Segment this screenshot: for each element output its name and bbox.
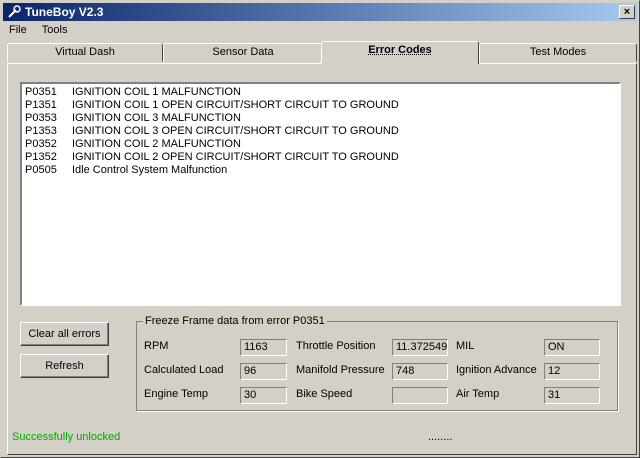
- throttle-position-label: Throttle Position: [296, 340, 376, 352]
- calculated-load-label: Calculated Load: [144, 364, 224, 376]
- menu-file[interactable]: File: [3, 22, 33, 38]
- error-code: P0351: [25, 86, 57, 98]
- status-message: Successfully unlocked: [12, 431, 121, 443]
- bike-speed-label: Bike Speed: [296, 388, 353, 400]
- tab-virtual-dash[interactable]: Virtual Dash: [7, 43, 163, 62]
- list-item[interactable]: P0352 IGNITION COIL 2 MALFUNCTION: [25, 138, 241, 151]
- tab-test-modes[interactable]: Test Modes: [479, 43, 637, 62]
- progress-indicator: ........: [428, 431, 453, 443]
- tab-label: Error Codes: [368, 44, 432, 56]
- error-code: P1353: [25, 125, 57, 137]
- menu-bar: File Tools: [3, 22, 637, 41]
- tab-label: Virtual Dash: [55, 46, 115, 58]
- error-code: P0505: [25, 164, 57, 176]
- list-item[interactable]: P0505 Idle Control System Malfunction: [25, 164, 227, 177]
- tab-error-codes[interactable]: Error Codes: [321, 41, 479, 64]
- calculated-load-value: 96: [240, 363, 287, 380]
- error-code: P1352: [25, 151, 57, 163]
- air-temp-value: 31: [544, 387, 600, 404]
- engine-temp-label: Engine Temp: [144, 388, 209, 400]
- mil-label: MIL: [456, 340, 475, 352]
- clear-all-errors-button[interactable]: Clear all errors: [20, 322, 109, 346]
- error-description: IGNITION COIL 2 MALFUNCTION: [72, 138, 241, 150]
- rpm-value: 1163: [240, 339, 287, 356]
- manifold-pressure-label: Manifold Pressure: [296, 364, 385, 376]
- ignition-advance-value: 12: [544, 363, 600, 380]
- close-button[interactable]: ×: [619, 5, 635, 19]
- wrench-icon: [8, 5, 21, 18]
- menu-tools[interactable]: Tools: [36, 22, 74, 38]
- manifold-pressure-value: 748: [392, 363, 448, 380]
- error-code: P1351: [25, 99, 57, 111]
- list-item[interactable]: P1351 IGNITION COIL 1 OPEN CIRCUIT/SHORT …: [25, 99, 399, 112]
- freeze-frame-title: Freeze Frame data from error P0351: [143, 315, 327, 327]
- error-description: IGNITION COIL 1 MALFUNCTION: [72, 86, 241, 98]
- throttle-position-value: 11.372549: [392, 339, 448, 356]
- list-item[interactable]: P1352 IGNITION COIL 2 OPEN CIRCUIT/SHORT …: [25, 151, 399, 164]
- main-window: TuneBoy V2.3 × File Tools Virtual Dash S…: [0, 0, 640, 458]
- refresh-button[interactable]: Refresh: [20, 354, 109, 378]
- window-title: TuneBoy V2.3: [25, 5, 104, 19]
- error-description: IGNITION COIL 3 MALFUNCTION: [72, 112, 241, 124]
- title-bar[interactable]: TuneBoy V2.3 ×: [3, 3, 637, 21]
- engine-temp-value: 30: [240, 387, 287, 404]
- error-description: IGNITION COIL 2 OPEN CIRCUIT/SHORT CIRCU…: [72, 151, 399, 163]
- error-code-list[interactable]: P0351 IGNITION COIL 1 MALFUNCTION P1351 IG…: [20, 82, 621, 306]
- error-code: P0353: [25, 112, 57, 124]
- air-temp-label: Air Temp: [456, 388, 500, 400]
- error-description: IGNITION COIL 3 OPEN CIRCUIT/SHORT CIRCU…: [72, 125, 399, 137]
- list-item[interactable]: P1353 IGNITION COIL 3 OPEN CIRCUIT/SHORT …: [25, 125, 399, 138]
- list-item[interactable]: P0351 IGNITION COIL 1 MALFUNCTION: [25, 86, 241, 99]
- tab-sensor-data[interactable]: Sensor Data: [163, 43, 323, 62]
- ignition-advance-label: Ignition Advance: [456, 364, 537, 376]
- error-code: P0352: [25, 138, 57, 150]
- tab-label: Test Modes: [529, 46, 587, 58]
- error-description: IGNITION COIL 1 OPEN CIRCUIT/SHORT CIRCU…: [72, 99, 399, 111]
- error-description: Idle Control System Malfunction: [72, 164, 228, 176]
- bike-speed-value: [392, 387, 448, 404]
- tab-label: Sensor Data: [212, 46, 274, 58]
- mil-value: ON: [544, 339, 600, 356]
- rpm-label: RPM: [144, 340, 169, 352]
- list-item[interactable]: P0353 IGNITION COIL 3 MALFUNCTION: [25, 112, 241, 125]
